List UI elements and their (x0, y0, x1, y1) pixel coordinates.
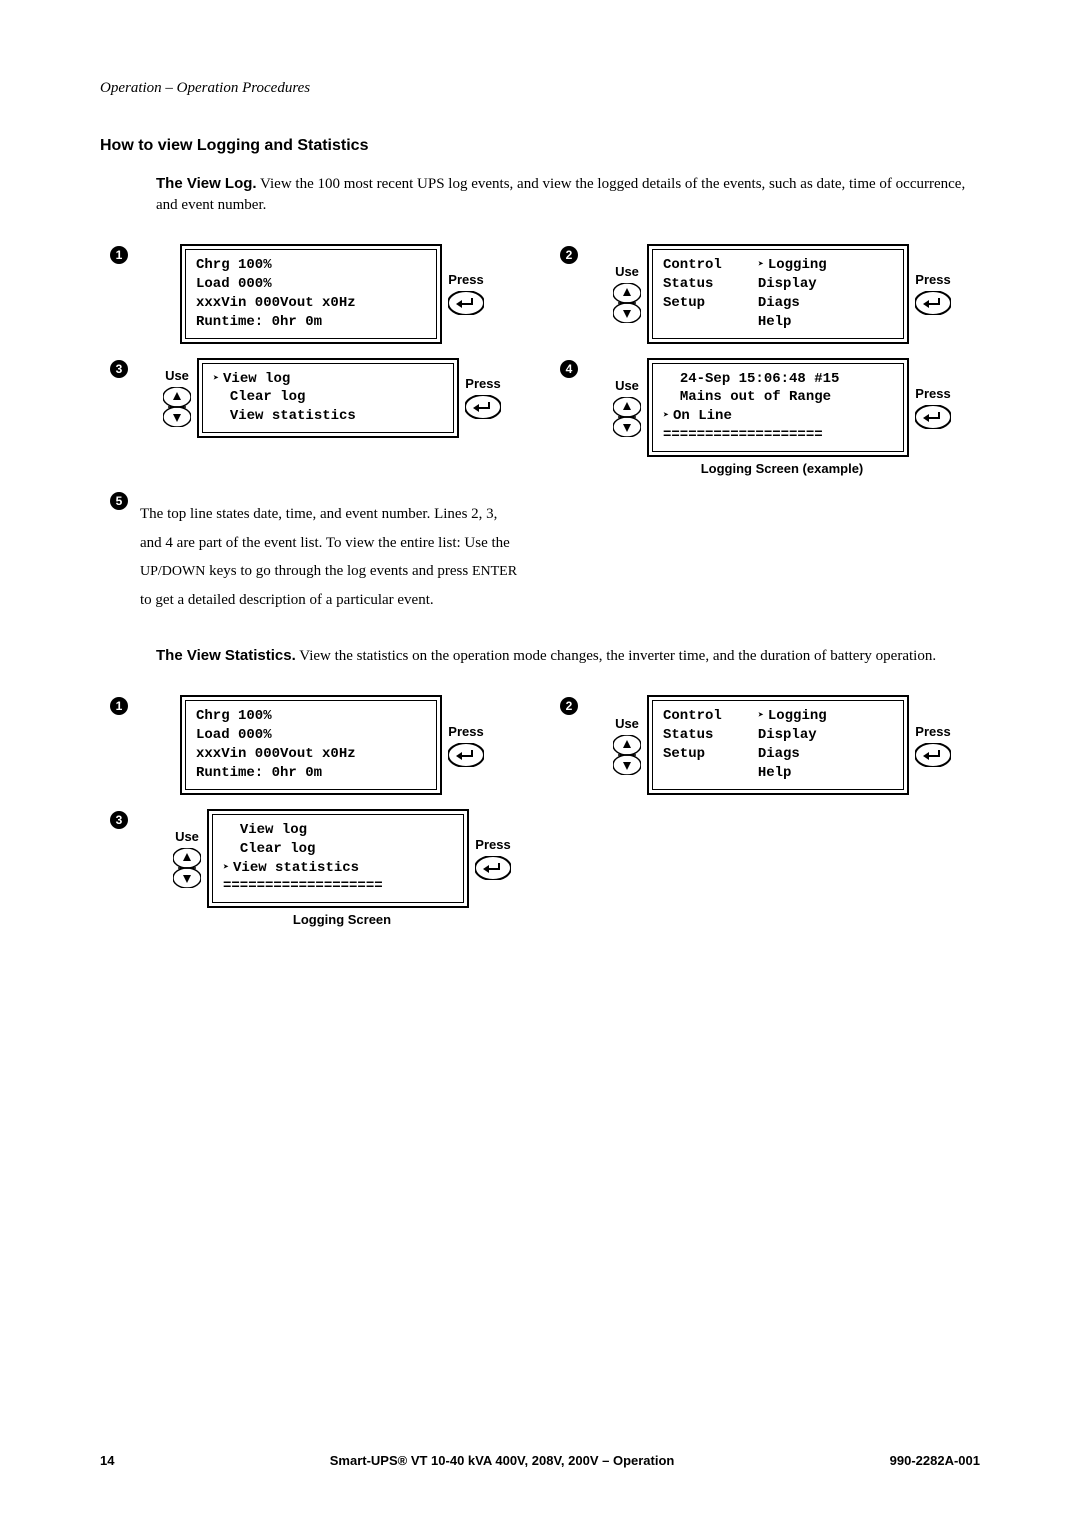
lcd-screen: Chrg 100% Load 000% xxxVin 000Vout x0Hz … (180, 695, 442, 795)
step-num-4: 4 (560, 360, 578, 378)
updown-icon (613, 397, 641, 437)
view-stats-desc: View the statistics on the operation mod… (296, 648, 936, 664)
step-num-3: 3 (110, 360, 128, 378)
footer-page-num: 14 (100, 1453, 114, 1468)
updown-icon (613, 283, 641, 323)
view-log-intro: The View Log. View the 100 most recent U… (156, 173, 980, 216)
page-header: Operation – Operation Procedures (100, 80, 980, 97)
stat-step-2: 2 Use Control Status Setup Logging Displ… (560, 695, 980, 795)
log-step-5: 5 The top line states date, time, and ev… (110, 490, 550, 614)
press-label: Press (915, 386, 950, 401)
view-stats-intro: The View Statistics. View the statistics… (156, 645, 980, 667)
section-title: How to view Logging and Statistics (100, 137, 980, 155)
updown-icon (163, 387, 191, 427)
stat-step-1: 1 Chrg 100% Load 000% xxxVin 000Vout x0H… (110, 695, 530, 795)
use-label: Use (615, 378, 639, 393)
lcd-screen: Chrg 100% Load 000% xxxVin 000Vout x0Hz … (180, 244, 442, 344)
enter-icon (475, 856, 511, 880)
cursor-icon (223, 860, 233, 876)
press-label: Press (475, 837, 510, 852)
use-label: Use (175, 829, 199, 844)
log-step-4: 4 Use 24-Sep 15:06:48 #15 Mains out of R… (560, 358, 980, 477)
step-num-5: 5 (110, 492, 128, 510)
press-label: Press (915, 272, 950, 287)
view-log-desc: View the 100 most recent UPS log events,… (156, 176, 965, 213)
press-label: Press (448, 724, 483, 739)
log-step-3: 3 Use View log Clear log View statistics… (110, 358, 530, 439)
lcd-screen: Control Status Setup Logging Display Dia… (647, 695, 909, 795)
enter-icon (915, 405, 951, 429)
page-footer: 14 Smart-UPS® VT 10-40 kVA 400V, 208V, 2… (100, 1453, 980, 1468)
enter-icon (448, 743, 484, 767)
use-label: Use (165, 368, 189, 383)
cursor-icon (758, 708, 768, 724)
screen-caption: Logging Screen (example) (701, 461, 864, 476)
footer-center: Smart-UPS® VT 10-40 kVA 400V, 208V, 200V… (330, 1453, 675, 1468)
enter-icon (915, 291, 951, 315)
step-num-2: 2 (560, 246, 578, 264)
updown-icon (613, 735, 641, 775)
stat-step-3: 3 Use View log Clear log View statistics… (110, 809, 550, 928)
view-stats-title: The View Statistics. (156, 647, 296, 664)
press-label: Press (465, 376, 500, 391)
step-num-1: 1 (110, 697, 128, 715)
enter-icon (448, 291, 484, 315)
lcd-screen: View log Clear log View statistics (197, 358, 459, 439)
lcd-screen: Control Status Setup Logging Display Dia… (647, 244, 909, 344)
updown-icon (173, 848, 201, 888)
use-label: Use (615, 264, 639, 279)
lcd-screen: View log Clear log View statistics =====… (207, 809, 469, 909)
cursor-icon (213, 371, 223, 387)
screen-caption: Logging Screen (293, 912, 391, 927)
cursor-icon (758, 257, 768, 273)
use-label: Use (615, 716, 639, 731)
press-label: Press (915, 724, 950, 739)
step-num-1: 1 (110, 246, 128, 264)
step-num-2: 2 (560, 697, 578, 715)
log-step-2: 2 Use Control Status Setup Logging Displ… (560, 244, 980, 344)
enter-icon (465, 395, 501, 419)
lcd-screen: 24-Sep 15:06:48 #15 Mains out of Range O… (647, 358, 909, 458)
view-log-title: The View Log. (156, 175, 257, 192)
enter-icon (915, 743, 951, 767)
footer-doc-id: 990-2282A-001 (890, 1453, 980, 1468)
press-label: Press (448, 272, 483, 287)
log-step-1: 1 Chrg 100% Load 000% xxxVin 000Vout x0H… (110, 244, 530, 344)
step-num-3: 3 (110, 811, 128, 829)
cursor-icon (663, 408, 673, 424)
